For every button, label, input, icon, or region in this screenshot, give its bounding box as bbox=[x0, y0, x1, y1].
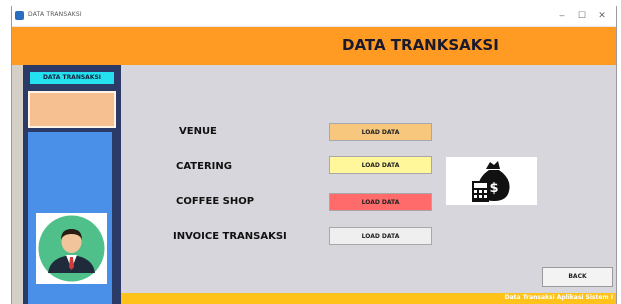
back-button[interactable]: BACK bbox=[542, 267, 613, 287]
header-bar: DATA TRANKSAKSI bbox=[12, 27, 616, 65]
sidebar-item-data-transaksi[interactable]: DATA TRANSAKSI bbox=[30, 72, 114, 84]
app-icon bbox=[15, 11, 24, 20]
footer-bar: Data Transaksi Aplikasi Sistem I bbox=[121, 293, 616, 304]
user-avatar-icon bbox=[36, 213, 107, 284]
load-venue-button[interactable]: LOAD DATA bbox=[329, 123, 432, 141]
page-title: DATA TRANKSAKSI bbox=[342, 36, 499, 54]
close-button[interactable]: ✕ bbox=[594, 10, 610, 21]
load-invoice-button[interactable]: LOAD DATA bbox=[329, 227, 432, 245]
footer-text: Data Transaksi Aplikasi Sistem I bbox=[504, 294, 613, 301]
minimize-button[interactable]: – bbox=[554, 10, 570, 20]
load-coffee-shop-button[interactable]: LOAD DATA bbox=[329, 193, 432, 211]
svg-text:$: $ bbox=[489, 181, 498, 196]
sidebar: DATA TRANSAKSI bbox=[23, 65, 121, 304]
sidebar-orange-panel bbox=[28, 91, 116, 128]
maximize-button[interactable]: ☐ bbox=[574, 10, 590, 21]
window-title: DATA TRANSAKSI bbox=[28, 11, 82, 18]
invoice-transaksi-label: INVOICE TRANSAKSI bbox=[173, 231, 287, 242]
load-catering-button[interactable]: LOAD DATA bbox=[329, 156, 432, 174]
venue-label: VENUE bbox=[179, 126, 217, 137]
app-window: DATA TRANSAKSI – ☐ ✕ DATA TRANKSAKSI DAT… bbox=[11, 6, 617, 304]
coffee-shop-label: COFFEE SHOP bbox=[176, 196, 255, 207]
title-bar: DATA TRANSAKSI – ☐ ✕ bbox=[12, 6, 616, 27]
main-content: VENUE LOAD DATA CATERING LOAD DATA COFFE… bbox=[121, 65, 616, 304]
money-bag-calculator-icon: $ bbox=[446, 157, 537, 205]
window-left-edge bbox=[12, 27, 23, 304]
catering-label: CATERING bbox=[176, 161, 232, 172]
